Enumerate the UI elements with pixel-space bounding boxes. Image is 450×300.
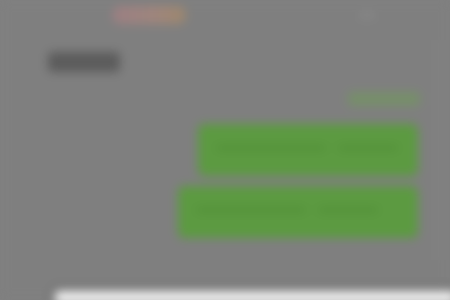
- action-card-label: [216, 146, 326, 150]
- action-card-detail: [338, 146, 398, 150]
- top-bar-indicator-icon: [360, 12, 374, 18]
- header-link[interactable]: [348, 92, 420, 106]
- action-card[interactable]: [198, 124, 418, 176]
- page-title: [48, 52, 120, 72]
- action-card-detail: [318, 208, 378, 212]
- top-bar: [0, 0, 450, 32]
- app-screen: [0, 0, 450, 300]
- action-card[interactable]: [178, 186, 418, 238]
- action-card-label: [196, 208, 306, 212]
- message-input[interactable]: [52, 288, 450, 300]
- brand-logo-icon[interactable]: [112, 6, 186, 24]
- scrollbar[interactable]: [436, 40, 440, 260]
